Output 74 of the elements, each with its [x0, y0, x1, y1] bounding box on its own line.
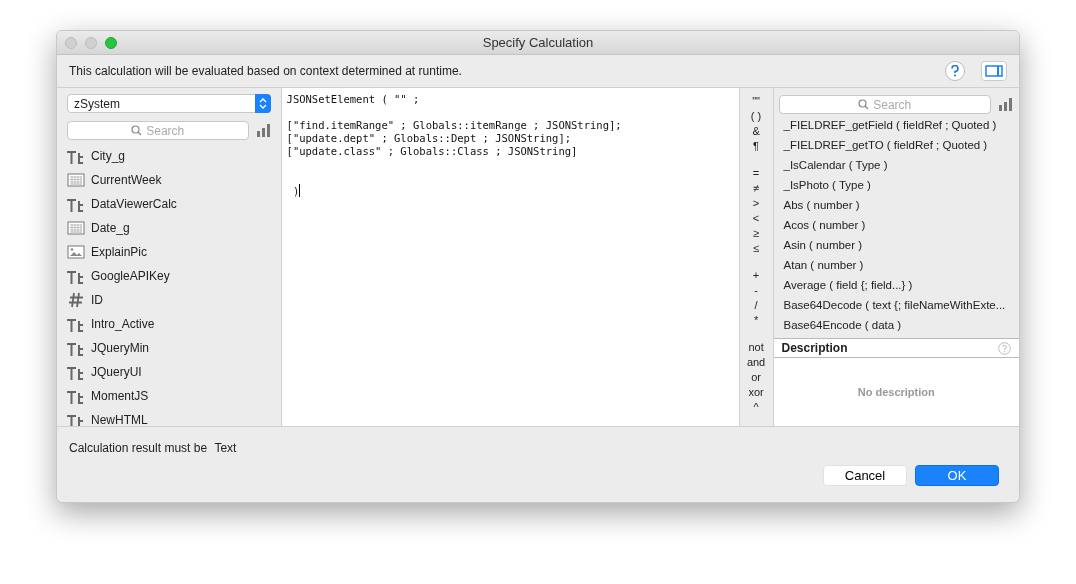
field-item[interactable]: Date_g	[91, 219, 130, 237]
field-item[interactable]: City_g	[91, 147, 125, 165]
function-item[interactable]: Atan ( number )	[783, 257, 864, 275]
function-item[interactable]: Average ( field {; field...} )	[783, 277, 913, 295]
question-icon	[951, 65, 959, 77]
operator-button[interactable]: ^	[753, 400, 759, 415]
table-select[interactable]: zSystem	[67, 94, 271, 113]
operator-button[interactable]: ≠	[753, 181, 760, 196]
field-item[interactable]: JQueryUI	[91, 363, 142, 381]
operator-button[interactable]: xor	[748, 385, 764, 400]
text-type-icon	[67, 268, 85, 284]
operator-button[interactable]: =	[752, 166, 760, 181]
function-item[interactable]: Acos ( number )	[783, 217, 866, 235]
field-item[interactable]: ID	[91, 291, 103, 309]
operator-button[interactable]: ¶	[753, 139, 759, 154]
hash-icon	[67, 292, 85, 308]
description-text: No description	[857, 384, 935, 400]
window-title: Specify Calculation	[482, 33, 594, 52]
function-item[interactable]: Base64Encode ( data )	[783, 317, 902, 335]
operator-button[interactable]: *	[753, 313, 759, 328]
info-text: This calculation will be evaluated based on context determined at runtime.	[69, 63, 463, 80]
operator-button[interactable]: not	[748, 340, 764, 355]
operator-button[interactable]: &	[752, 124, 760, 139]
field-item[interactable]: MomentJS	[91, 387, 149, 405]
text-type-icon	[67, 316, 85, 332]
field-item[interactable]: Intro_Active	[91, 315, 155, 333]
operator-button[interactable]: /	[754, 298, 758, 313]
ok-button[interactable]: OK	[915, 465, 999, 486]
operator-button[interactable]: +	[752, 268, 760, 283]
function-item[interactable]: _FIELDREF_getTO ( fieldRef ; Quoted )	[783, 137, 988, 155]
text-type-icon	[67, 364, 85, 380]
help-button[interactable]	[945, 61, 965, 81]
function-item[interactable]: _FIELDREF_getField ( fieldRef ; Quoted )	[783, 117, 997, 135]
text-type-icon	[67, 148, 85, 164]
field-item[interactable]: GoogleAPIKey	[91, 267, 170, 285]
text-type-icon	[67, 412, 85, 426]
operator-button[interactable]: >	[752, 196, 760, 211]
calendar-icon	[67, 221, 85, 235]
sort-icon[interactable]	[256, 124, 271, 137]
operator-button[interactable]: ""	[752, 94, 760, 109]
operator-button[interactable]: -	[754, 283, 758, 298]
formula-text: JSONSetElement ( "" ; ["find.itemRange" ; Globals::itemRange ; JSONString]; ["update.dept" ; Globals::Dept ; JSONString]; ["update.class" ; Globals::Class ; JSONString] )	[286, 93, 623, 198]
operator-button[interactable]: ( )	[750, 109, 762, 124]
description-title: Description	[781, 340, 848, 357]
function-item[interactable]: Asin ( number )	[783, 237, 863, 255]
zoom-button[interactable]	[105, 37, 117, 49]
search-icon	[858, 99, 870, 110]
field-item[interactable]: ExplainPic	[91, 243, 148, 261]
field-item[interactable]: NewHTML	[91, 411, 148, 426]
formula-editor[interactable]: JSONSetElement ( "" ; ["find.itemRange" ; Globals::itemRange ; JSONString]; ["update.dept" ; Globals::Dept ; JSONString]; ["update.class" ; Globals::Class ; JSONString] )	[280, 88, 739, 426]
result-type[interactable]: Text	[214, 441, 237, 455]
calendar-icon	[67, 173, 85, 187]
function-item[interactable]: Base64Decode ( text {; fileNameWithExte...	[783, 297, 1006, 315]
text-type-icon	[67, 196, 85, 212]
field-item[interactable]: CurrentWeek	[91, 171, 162, 189]
operator-button[interactable]: and	[746, 355, 766, 370]
field-item[interactable]: JQueryMin	[91, 339, 149, 357]
text-type-icon	[67, 388, 85, 404]
search-icon	[131, 125, 143, 136]
text-type-icon	[67, 340, 85, 356]
operator-button[interactable]: ≥	[753, 226, 760, 241]
sort-icon[interactable]	[999, 98, 1013, 111]
cancel-button[interactable]: Cancel	[823, 465, 907, 486]
sidebar-icon	[985, 65, 1003, 77]
result-label: Calculation result must be	[69, 441, 208, 455]
operator-button[interactable]: <	[752, 211, 760, 226]
image-icon	[67, 245, 85, 259]
function-item[interactable]: _IsCalendar ( Type )	[783, 157, 888, 175]
operator-button[interactable]: ≤	[753, 241, 760, 256]
function-item[interactable]: Abs ( number )	[783, 197, 860, 215]
sidebar-toggle-button[interactable]	[981, 61, 1007, 81]
operator-button[interactable]: or	[751, 370, 761, 385]
function-item[interactable]: _IsPhoto ( Type )	[783, 177, 871, 195]
field-item[interactable]: DataViewerCalc	[91, 195, 177, 213]
